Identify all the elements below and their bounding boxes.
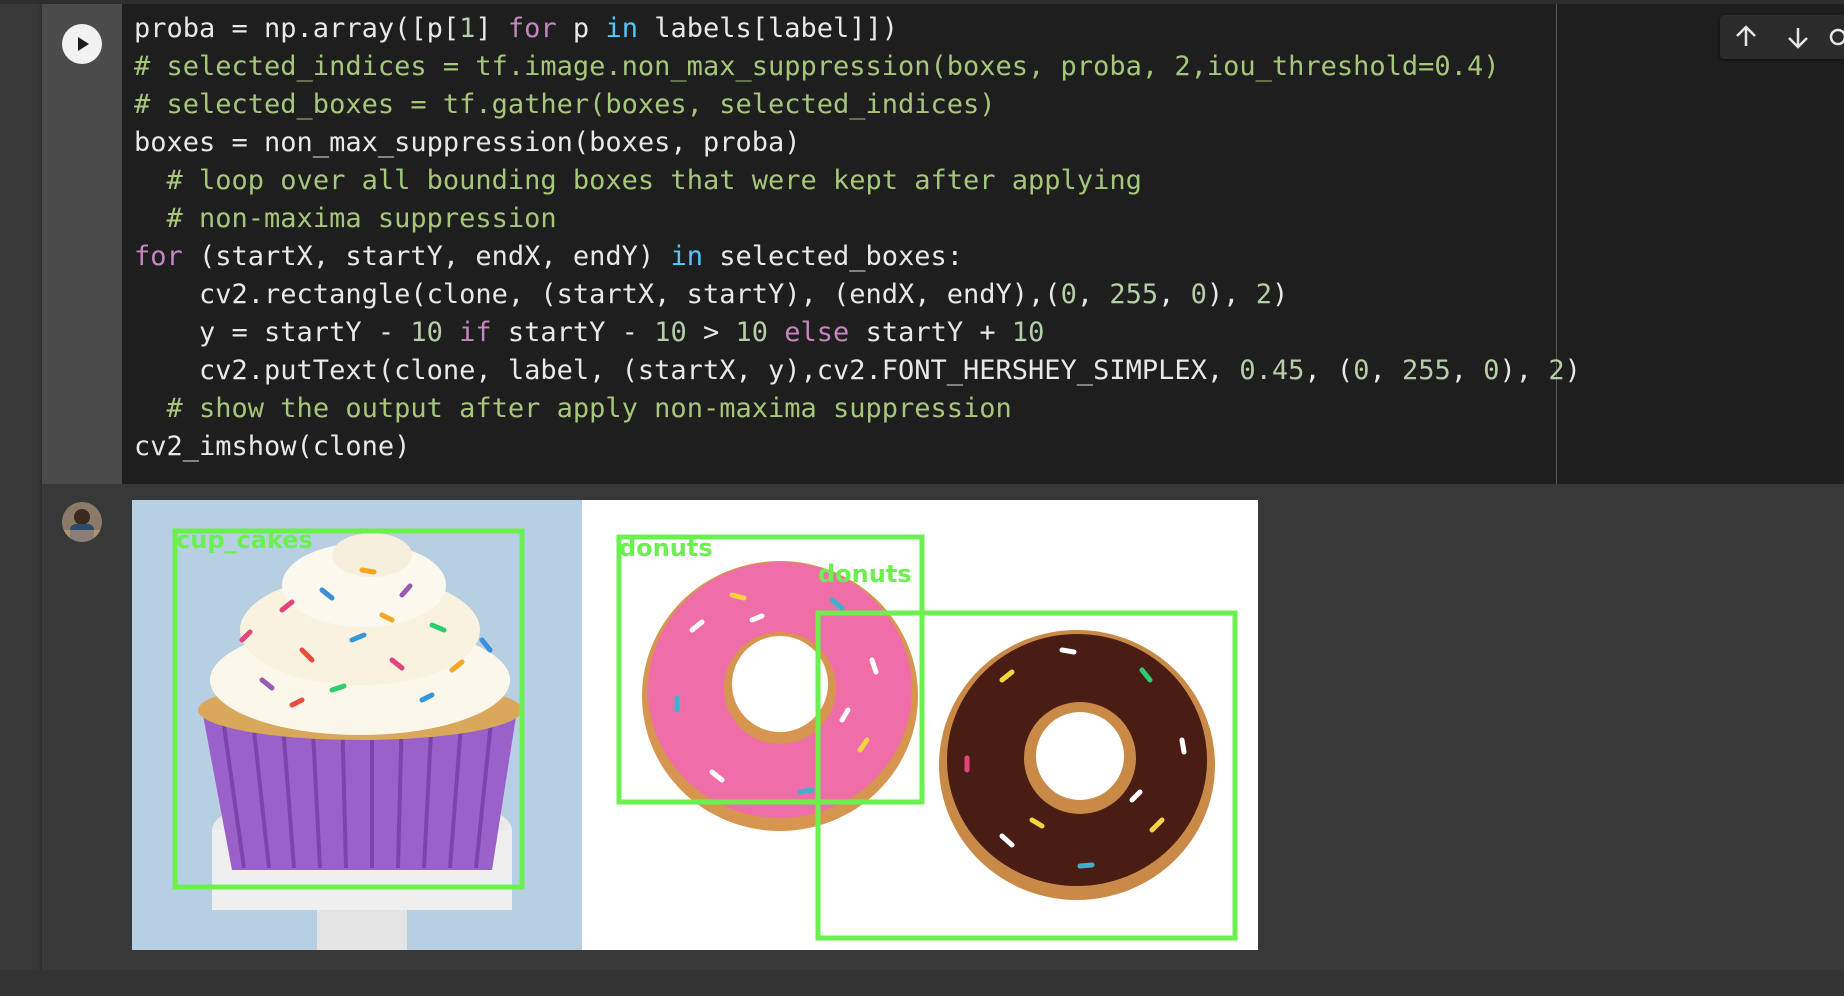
code-number: 1 [459, 13, 476, 44]
bottom-divider [0, 970, 1844, 996]
code-token: startY - [491, 317, 655, 348]
code-editor[interactable]: proba = np.array([p[1] for p in labels[l… [122, 4, 1844, 484]
code-line[interactable]: proba = np.array([p[1] for p in labels[l… [134, 10, 1581, 48]
code-token: cv2.putText(clone, label, (startX, y),cv… [134, 355, 1240, 386]
detection-output-image: cup_cakes donuts donuts [132, 500, 1258, 950]
code-comment: # selected_indices = tf.image.non_max_su… [134, 51, 1500, 82]
code-line[interactable]: # selected_boxes = tf.gather(boxes, sele… [134, 86, 1581, 124]
code-token: y = startY - [134, 317, 411, 348]
code-token: boxes = non_max_suppression(boxes, proba… [134, 127, 801, 158]
code-number: 10 [1011, 317, 1045, 348]
code-line[interactable]: y = startY - 10 if startY - 10 > 10 else… [134, 314, 1581, 352]
code-text[interactable]: proba = np.array([p[1] for p in labels[l… [134, 10, 1581, 466]
code-token: (startX, startY, endX, endY) [182, 241, 671, 272]
donut-detection-label-1: donuts [619, 534, 713, 562]
output-avatar[interactable] [62, 502, 102, 542]
code-comment: # loop over all bounding boxes that were… [166, 165, 1142, 196]
code-number: 255 [1109, 279, 1159, 310]
code-number: 10 [410, 317, 443, 348]
code-token: > [686, 317, 736, 348]
code-token: ) [1271, 279, 1289, 310]
code-keyword: in [605, 13, 638, 44]
code-token: , ( [1304, 355, 1354, 386]
code-token: labels[label]]) [637, 13, 899, 44]
code-token: startY + [849, 317, 1012, 348]
cell-gutter [42, 4, 122, 484]
code-line[interactable]: cv2.putText(clone, label, (startX, y),cv… [134, 352, 1581, 390]
notebook-page: proba = np.array([p[1] for p in labels[l… [0, 0, 1844, 996]
cell-output: cup_cakes donuts donuts [42, 484, 1844, 970]
code-keyword: else [784, 317, 850, 348]
code-number: 0.45 [1239, 355, 1305, 386]
play-icon [78, 37, 89, 51]
code-keyword: for [134, 241, 183, 272]
code-number: 0 [1353, 355, 1370, 386]
link-icon [1829, 28, 1844, 46]
code-number: 2 [1255, 279, 1272, 310]
code-token: , [1158, 279, 1191, 310]
code-line[interactable]: cv2.rectangle(clone, (startX, startY), (… [134, 276, 1581, 314]
code-line[interactable]: # selected_indices = tf.image.non_max_su… [134, 48, 1581, 86]
code-keyword: for [507, 13, 557, 44]
code-keyword: in [670, 241, 703, 272]
code-comment: # selected_boxes = tf.gather(boxes, sele… [134, 89, 996, 120]
code-number: 255 [1401, 355, 1451, 386]
code-token: ), [1206, 279, 1256, 310]
code-token: , [1369, 355, 1402, 386]
arrow-down-icon [1788, 28, 1808, 49]
cupcake-detection-label: cup_cakes [176, 526, 313, 554]
code-line[interactable]: boxes = non_max_suppression(boxes, proba… [134, 124, 1581, 162]
code-comment: # non-maxima suppression [166, 203, 557, 234]
code-number: 0 [1190, 279, 1207, 310]
code-cell[interactable]: proba = np.array([p[1] for p in labels[l… [42, 4, 1844, 970]
code-line[interactable]: cv2_imshow(clone) [134, 428, 1581, 466]
code-number: 0 [1483, 355, 1500, 386]
move-cell-up-button[interactable] [1720, 15, 1772, 59]
move-cell-down-button[interactable] [1772, 15, 1824, 59]
code-line[interactable]: # non-maxima suppression [134, 200, 1581, 238]
code-token: p [556, 13, 606, 44]
code-comment: # show the output after apply non-maxima… [166, 393, 1012, 424]
code-number: 10 [654, 317, 687, 348]
code-token: ] [475, 13, 508, 44]
code-token: cv2_imshow(clone) [134, 431, 411, 462]
donut-detection-label-2: donuts [818, 560, 912, 588]
code-token: ), [1499, 355, 1549, 386]
code-token: ) [1564, 355, 1581, 386]
run-cell-button[interactable] [62, 24, 102, 64]
code-token: , [1076, 279, 1110, 310]
code-line[interactable]: for (startX, startY, endX, endY) in sele… [134, 238, 1581, 276]
code-token: proba = np.array([p[ [134, 13, 460, 44]
arrow-up-icon [1736, 25, 1756, 46]
code-line[interactable]: # loop over all bounding boxes that were… [134, 162, 1581, 200]
code-number: 0 [1060, 279, 1077, 310]
code-number: 2 [1548, 355, 1565, 386]
code-token: selected_boxes: [702, 241, 964, 272]
cell-toolbar [1720, 15, 1844, 59]
code-token: cv2.rectangle(clone, (startX, startY), (… [134, 279, 1061, 310]
code-keyword: if [459, 317, 492, 348]
cell-toolbar-overflow[interactable] [1824, 15, 1844, 59]
code-line[interactable]: # show the output after apply non-maxima… [134, 390, 1581, 428]
code-token: , [1450, 355, 1484, 386]
code-number: 10 [735, 317, 769, 348]
